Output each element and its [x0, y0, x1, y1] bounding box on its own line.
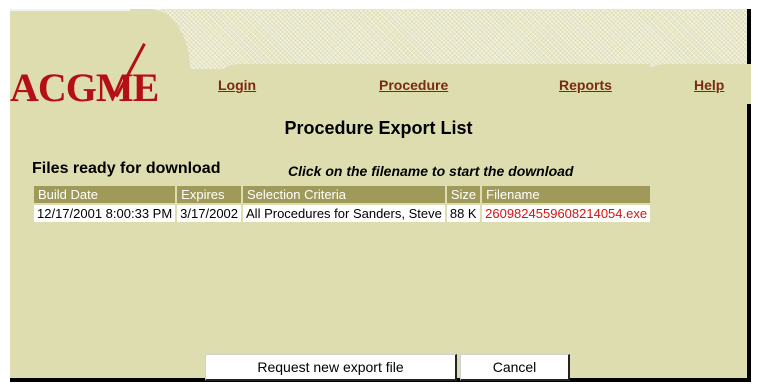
- column-header-selection-criteria: Selection Criteria: [243, 186, 445, 203]
- cell-build-date: 12/17/2001 8:00:33 PM: [34, 205, 176, 222]
- files-ready-label: Files ready for download: [32, 160, 221, 177]
- tab-procedure[interactable]: Procedure: [379, 77, 448, 93]
- acgme-logo: ACGME: [10, 65, 159, 110]
- filename-download-link[interactable]: 2609824559608214054.exe: [482, 205, 651, 222]
- cancel-button[interactable]: Cancel: [460, 354, 570, 381]
- header-pattern: [160, 9, 747, 69]
- cell-expires: 3/17/2002: [177, 205, 242, 222]
- cell-selection-criteria: All Procedures for Sanders, Steve: [243, 205, 445, 222]
- page-title: Procedure Export List: [284, 118, 473, 138]
- table-header-row: Build Date Expires Selection Criteria Si…: [34, 186, 651, 203]
- request-export-button[interactable]: Request new export file: [205, 354, 457, 381]
- download-hint: Click on the filename to start the downl…: [288, 163, 574, 179]
- column-header-expires: Expires: [177, 186, 242, 203]
- column-header-build-date: Build Date: [34, 186, 176, 203]
- export-files-table: Build Date Expires Selection Criteria Si…: [32, 184, 652, 224]
- column-header-size: Size: [446, 186, 481, 203]
- tab-help[interactable]: Help: [694, 77, 724, 93]
- tab-login[interactable]: Login: [218, 77, 256, 93]
- cell-size: 88 K: [446, 205, 481, 222]
- column-header-filename: Filename: [482, 186, 651, 203]
- table-row: 12/17/2001 8:00:33 PM 3/17/2002 All Proc…: [34, 205, 651, 222]
- app-frame: ACGME Login Procedure Reports Help Proce…: [10, 9, 751, 382]
- tab-reports[interactable]: Reports: [559, 77, 612, 93]
